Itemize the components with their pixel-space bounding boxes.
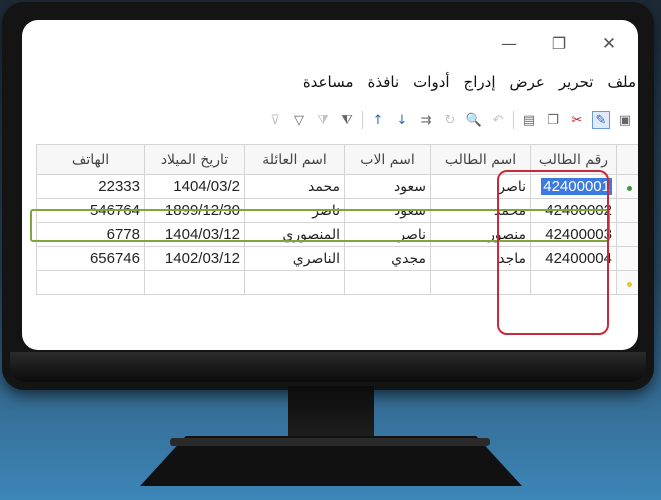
menu-view[interactable]: عرض [510, 73, 545, 91]
undo-icon[interactable]: ↶ [489, 111, 507, 129]
find-icon[interactable]: 🔍 [465, 111, 483, 129]
row-selector[interactable] [616, 246, 638, 271]
filter-icon[interactable]: ▽ [290, 111, 308, 129]
cell-family-name[interactable]: محمد [244, 174, 345, 199]
table-row[interactable]: 42400003 منصور ناصر المنصوري 1404/03/12 … [36, 222, 638, 247]
new-record-icon [627, 281, 632, 287]
close-button[interactable]: ✕ [597, 34, 621, 54]
sort-asc-icon[interactable]: ↓ [393, 111, 411, 129]
cell-father-name[interactable] [344, 270, 431, 295]
maximize-button[interactable]: ❐ [547, 34, 571, 54]
column-header-student-id[interactable]: رقم الطالب [530, 144, 617, 175]
new-record-row[interactable] [36, 270, 638, 295]
cell-student-name[interactable] [430, 270, 531, 295]
header-row: رقم الطالب اسم الطالب اسم الاب اسم العائ… [36, 144, 638, 175]
cut-icon[interactable]: ✂ [568, 111, 586, 129]
column-header-father-name[interactable]: اسم الاب [344, 144, 431, 175]
row-selector[interactable] [616, 174, 638, 199]
paste-icon[interactable]: ▤ [520, 111, 538, 129]
column-header-student-name[interactable]: اسم الطالب [430, 144, 531, 175]
cell-student-id[interactable]: 42400001 [530, 174, 617, 199]
menu-tools[interactable]: أدوات [413, 73, 449, 91]
column-header-birth-date[interactable]: تاريخ الميلاد [144, 144, 245, 175]
autofilter-icon[interactable]: ⧩ [338, 111, 356, 129]
sort-desc-icon[interactable]: ↑ [369, 111, 387, 129]
cell-student-id[interactable]: 42400002 [530, 198, 617, 223]
toolbar-separator [513, 111, 514, 129]
cell-family-name[interactable]: الناصري [244, 246, 345, 271]
cell-birth-date[interactable]: 1899/12/30 [144, 198, 245, 223]
cell-father-name[interactable]: سعود [344, 174, 431, 199]
cell-phone[interactable]: 22333 [36, 174, 145, 199]
cell-student-id[interactable]: 42400004 [530, 246, 617, 271]
cell-family-name[interactable] [244, 270, 345, 295]
row-selector[interactable] [616, 270, 638, 295]
app-window: — ❐ ✕ ملف تحرير عرض إدراج أدوات نافذة مس… [22, 20, 638, 350]
cell-phone[interactable]: 6778 [36, 222, 145, 247]
minimize-button[interactable]: — [497, 34, 521, 54]
cell-father-name[interactable]: مجدي [344, 246, 431, 271]
copy-icon[interactable]: ❐ [544, 111, 562, 129]
menu-edit[interactable]: تحرير [559, 73, 594, 91]
cell-birth-date[interactable]: 1404/03/12 [144, 222, 245, 247]
column-header-family-name[interactable]: اسم العائلة [244, 144, 345, 175]
save-icon[interactable]: ▣ [616, 111, 634, 129]
cell-father-name[interactable]: سعود [344, 198, 431, 223]
cell-student-name[interactable]: ماجد [430, 246, 531, 271]
title-bar: — ❐ ✕ [22, 20, 638, 64]
cell-student-name[interactable]: ناصر [430, 174, 531, 199]
cell-birth-date[interactable]: 1402/03/12 [144, 246, 245, 271]
column-header-phone[interactable]: الهاتف [36, 144, 145, 175]
cell-student-name[interactable]: منصور [430, 222, 531, 247]
cell-family-name[interactable]: ناصر [244, 198, 345, 223]
cell-phone[interactable]: 656746 [36, 246, 145, 271]
cell-student-id[interactable]: 42400003 [530, 222, 617, 247]
row-selector[interactable] [616, 222, 638, 247]
cell-family-name[interactable]: المنصوري [244, 222, 345, 247]
monitor-neck [288, 386, 374, 438]
standard-filter-icon[interactable]: ⧨ [314, 111, 332, 129]
refresh-icon[interactable]: ↻ [441, 111, 459, 129]
row-selector-header [616, 144, 638, 175]
cell-birth-date[interactable] [144, 270, 245, 295]
table-row[interactable]: 42400002 محمد سعود ناصر 1899/12/30 54676… [36, 198, 638, 223]
cell-father-name[interactable]: ناصر [344, 222, 431, 247]
table-row[interactable]: 42400001 ناصر سعود محمد 1404/03/2 22333 [36, 174, 638, 199]
selected-cell-text: 42400001 [541, 178, 612, 195]
cell-phone[interactable] [36, 270, 145, 295]
cell-birth-date[interactable]: 1404/03/2 [144, 174, 245, 199]
cell-student-name[interactable]: محمد [430, 198, 531, 223]
cell-phone[interactable]: 546764 [36, 198, 145, 223]
menu-insert[interactable]: إدراج [464, 73, 496, 91]
goto-icon[interactable]: ⇉ [417, 111, 435, 129]
remove-filter-icon[interactable]: ⊽ [266, 111, 284, 129]
table-row[interactable]: 42400004 ماجد مجدي الناصري 1402/03/12 65… [36, 246, 638, 271]
monitor-chin [10, 352, 646, 382]
edit-icon[interactable]: ✎ [592, 111, 610, 129]
toolbar: ▣ ✎ ✂ ❐ ▤ ↶ 🔍 ↻ ⇉ ↓ ↑ ⧩ ⧨ ▽ ⊽ [22, 104, 638, 136]
menu-help[interactable]: مساعدة [303, 73, 354, 91]
current-row-marker-icon [627, 185, 632, 191]
menu-file[interactable]: ملف [607, 73, 636, 91]
toolbar-separator [362, 111, 363, 129]
menu-window[interactable]: نافذة [368, 73, 400, 91]
monitor-stand-edge [170, 438, 490, 446]
row-selector[interactable] [616, 198, 638, 223]
data-grid: رقم الطالب اسم الطالب اسم الاب اسم العائ… [36, 144, 638, 295]
cell-student-id[interactable] [530, 270, 617, 295]
menu-bar: ملف تحرير عرض إدراج أدوات نافذة مساعدة [22, 68, 638, 96]
